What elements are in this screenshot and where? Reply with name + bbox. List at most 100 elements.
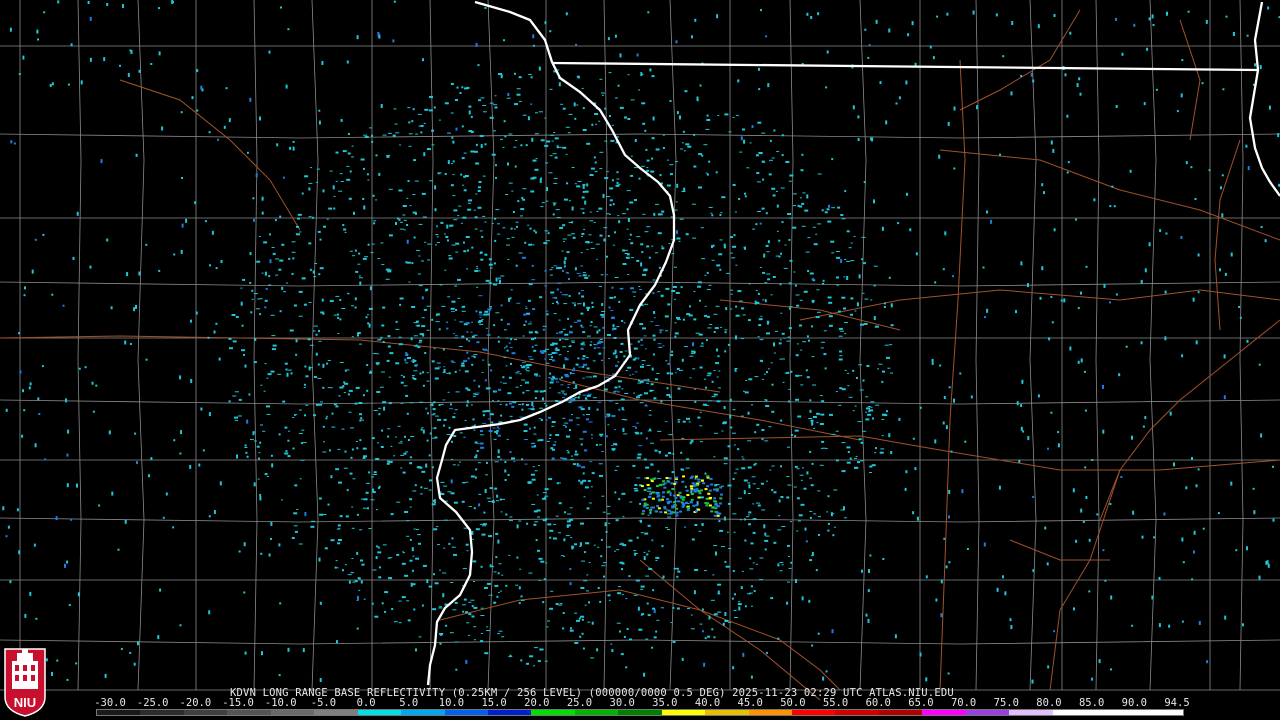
echo-pixel [418,636,422,638]
echo-pixel [863,181,866,184]
echo-pixel [397,425,401,427]
echo-pixel [612,244,615,246]
echo-pixel [575,417,580,419]
echo-pixel [544,358,547,360]
echo-pixel [811,551,814,556]
echo-pixel [384,591,389,594]
echo-pixel [364,256,369,258]
echo-pixel [350,427,354,429]
echo-pixel [402,375,405,378]
echo-pixel [9,580,12,584]
echo-pixel [181,223,184,228]
echo-pixel [544,285,548,287]
echo-pixel [358,252,361,255]
echo-pixel [326,362,329,365]
echo-pixel [694,477,697,480]
echo-pixel [619,53,622,58]
echo-pixel [801,153,804,156]
echo-pixel [423,308,427,311]
echo-pixel [484,7,487,9]
echo-pixel [596,347,601,349]
echo-pixel [447,391,450,393]
echo-pixel [783,337,786,339]
echo-pixel [475,310,478,313]
echo-pixel [754,431,757,434]
echo-pixel [635,426,637,429]
echo-pixel [743,490,746,495]
echo-pixel [821,341,825,343]
echo-pixel [134,432,137,435]
echo-pixel [509,347,513,349]
echo-pixel [591,301,594,304]
echo-pixel [424,352,427,354]
echo-pixel [488,333,491,336]
echo-pixel [1169,411,1172,416]
echo-pixel [412,555,415,557]
echo-pixel [503,329,507,331]
echo-pixel [563,364,565,369]
echo-pixel [606,255,608,258]
echo-pixel [382,544,387,546]
echo-pixel [642,273,647,276]
echo-pixel [675,507,679,510]
echo-pixel [493,324,496,327]
echo-pixel [865,613,868,617]
echo-pixel [578,406,583,409]
echo-pixel [455,242,460,245]
echo-pixel [215,322,218,325]
echo-pixel [636,53,639,57]
echo-pixel [232,340,237,343]
echo-pixel [588,406,591,410]
echo-pixel [476,450,479,452]
echo-pixel [730,236,734,239]
echo-pixel [480,258,484,261]
echo-pixel [862,379,865,382]
echo-pixel [1197,291,1200,294]
echo-pixel [553,342,558,345]
scale-label: 10.0 [438,697,465,709]
echo-pixel [819,464,824,466]
echo-pixel [427,259,431,261]
echo-pixel [342,569,344,572]
echo-pixel [531,345,534,348]
echo-pixel [1201,82,1204,85]
echo-pixel [367,507,369,510]
echo-pixel [264,306,267,309]
echo-pixel [759,267,762,268]
echo-pixel [372,488,374,493]
echo-pixel [471,321,473,323]
echo-pixel [738,606,741,611]
echo-pixel [724,560,727,563]
echo-pixel [1075,539,1078,543]
echo-pixel [241,324,244,327]
echo-pixel [451,163,454,165]
echo-pixel [658,483,662,486]
echo-pixel [301,429,305,431]
echo-pixel [594,171,598,173]
echo-pixel [697,285,702,288]
echo-pixel [713,636,716,639]
echo-pixel [612,324,615,328]
echo-pixel [715,171,718,174]
echo-pixel [165,492,168,496]
echo-pixel [481,319,484,320]
echo-pixel [486,497,491,499]
echo-pixel [546,240,550,242]
echo-pixel [603,227,608,229]
echo-pixel [528,572,533,574]
echo-pixel [329,449,331,452]
echo-pixel [516,225,518,228]
echo-pixel [706,114,709,117]
echo-pixel [290,372,293,375]
echo-pixel [644,129,647,132]
echo-pixel [520,659,523,662]
echo-pixel [811,277,814,281]
echo-pixel [117,548,120,551]
echo-pixel [678,491,682,494]
echo-pixel [719,213,722,216]
echo-pixel [556,301,558,303]
echo-pixel [520,215,523,217]
echo-pixel [1085,265,1088,268]
echo-pixel [747,466,752,469]
echo-pixel [844,259,847,260]
